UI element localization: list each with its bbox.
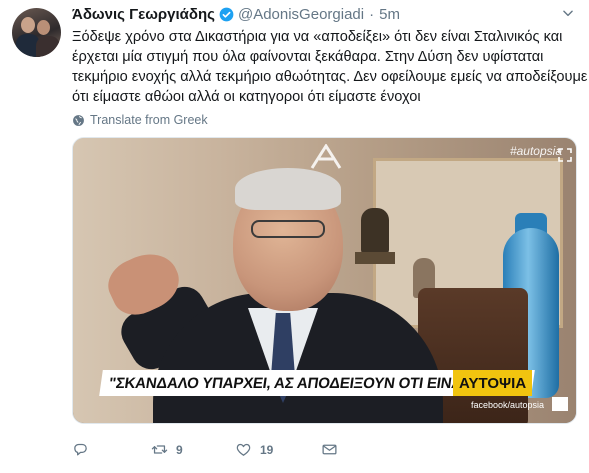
show-watermark: #autopsia xyxy=(509,144,562,158)
avatar-person-head xyxy=(21,17,35,33)
background-bust-base xyxy=(355,252,395,264)
tweet-actions: 9 19 xyxy=(72,441,577,463)
author-handle[interactable]: @AdonisGeorgiadi xyxy=(238,6,364,23)
translate-label: Translate from Greek xyxy=(90,113,208,127)
retweet-icon xyxy=(151,445,168,454)
man-hair xyxy=(235,168,341,210)
tweet-text-line: τεκμήριο ενοχής αλλά τεκμήριο αθωότητας.… xyxy=(72,69,588,85)
separator-dot: · xyxy=(369,5,375,23)
tweet-text-line: Ξόδεψε χρόνο στα Δικαστήρια για να «αποδ… xyxy=(72,29,563,45)
show-brand-label: ΑΥΤΟΨΙΑ xyxy=(453,370,533,396)
channel-logo-icon xyxy=(310,144,342,169)
background-bust xyxy=(361,208,389,254)
direct-message-button[interactable] xyxy=(321,441,338,458)
avatar[interactable] xyxy=(12,8,61,57)
avatar-person-body xyxy=(36,36,60,57)
man-glasses xyxy=(251,220,325,238)
like-count: 19 xyxy=(260,442,274,457)
avatar-person-head xyxy=(37,20,50,35)
verified-badge-icon xyxy=(219,7,234,21)
chevron-down-icon[interactable] xyxy=(561,6,575,20)
envelope-icon xyxy=(322,444,337,455)
reply-icon xyxy=(74,443,87,456)
translate-link[interactable]: Translate from Greek xyxy=(72,113,208,127)
tweet-timestamp[interactable]: 5m xyxy=(379,6,400,23)
facebook-tag: facebook/autopsia xyxy=(470,400,544,410)
retweet-count: 9 xyxy=(176,442,183,457)
tweet-media-image[interactable]: #autopsia "ΣΚΑΝΔΑΛΟ ΥΠΑΡΧΕΙ, ΑΣ ΑΠΟΔΕΙΞΟ… xyxy=(72,137,577,424)
retweet-button[interactable]: 9 xyxy=(151,441,183,458)
tweet-header: Άδωνις Γεωργιάδης @AdonisGeorgiadi · 5m xyxy=(72,4,575,24)
author-name[interactable]: Άδωνις Γεωργιάδης xyxy=(72,6,215,23)
expand-icon[interactable] xyxy=(558,148,572,162)
tweet-text-line: ότι είμαστε αθώοι αλλά οι κατηγοροι ότι … xyxy=(72,89,421,105)
facebook-logo-icon xyxy=(552,397,568,411)
reply-button[interactable] xyxy=(72,441,89,458)
tweet-text-line: έρχεται μία στιγμή που όλα φαίνονται ξεκ… xyxy=(72,49,544,65)
heart-icon xyxy=(236,443,251,456)
globe-icon xyxy=(73,114,84,126)
tweet-text: Ξόδεψε χρόνο στα Δικαστήρια για να «αποδ… xyxy=(72,27,588,107)
like-button[interactable]: 19 xyxy=(235,441,273,458)
